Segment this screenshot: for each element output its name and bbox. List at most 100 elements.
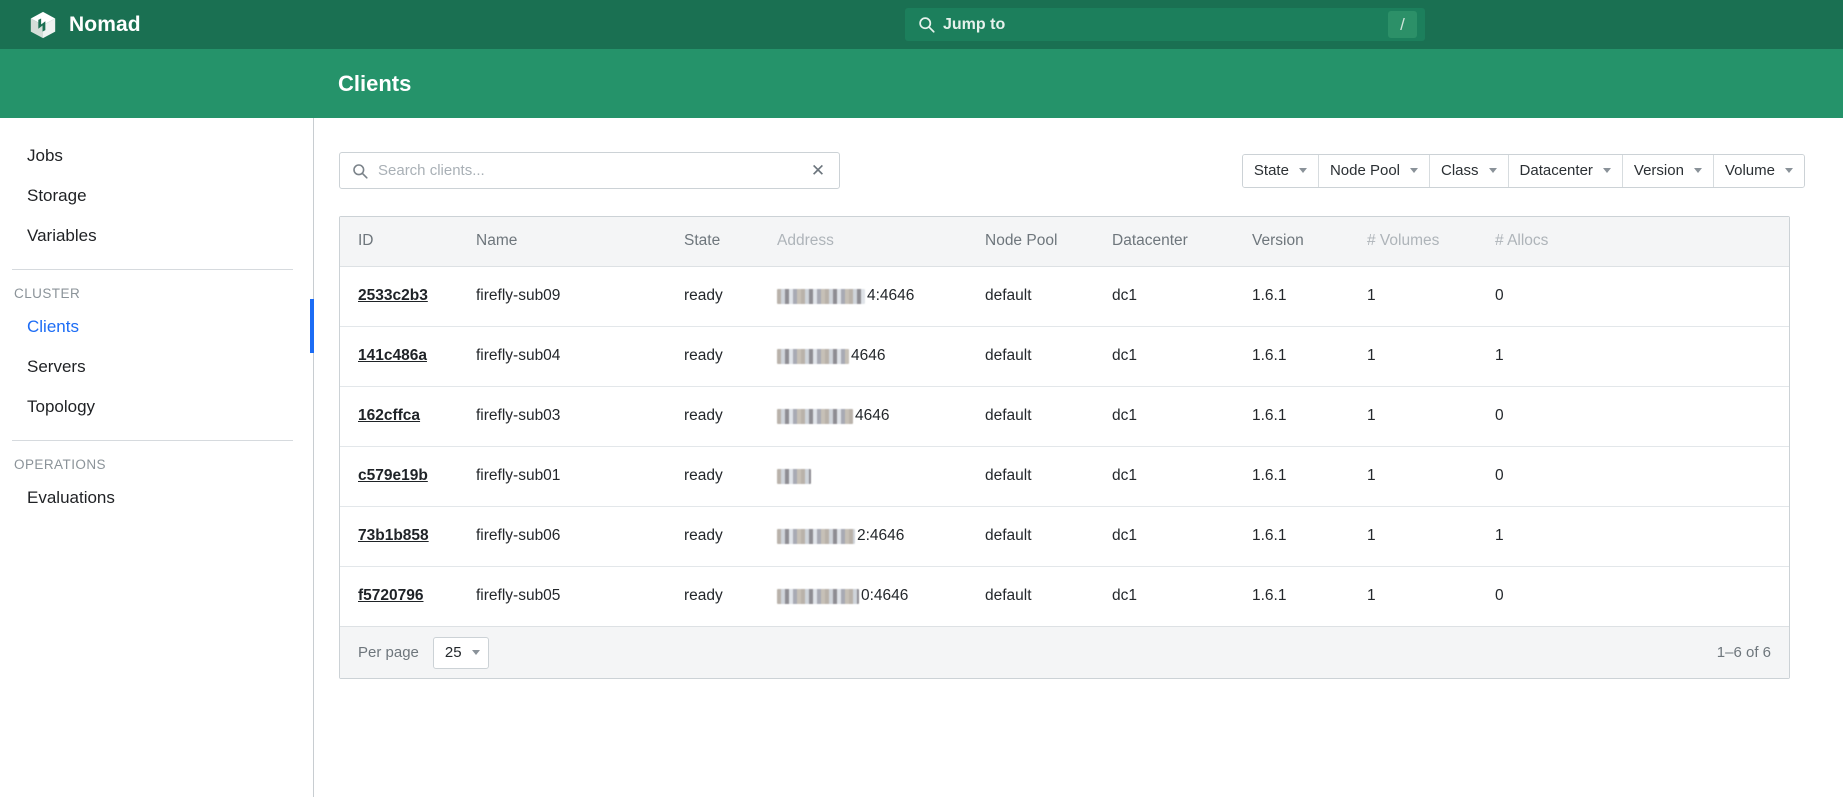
cell-version: 1.6.1 [1252, 467, 1287, 484]
cell-id: 2533c2b3 [340, 266, 458, 326]
column-header-name[interactable]: Name [458, 217, 666, 267]
cell-allocs: 0 [1495, 467, 1504, 484]
nomad-cube-icon [30, 11, 56, 38]
cell-name: firefly-sub04 [476, 347, 561, 364]
table-row[interactable]: 2533c2b3 firefly-sub09 ready 4:4646 default d… [340, 266, 1789, 326]
chevron-down-icon [1488, 168, 1497, 173]
cell-address: 4646 [759, 326, 967, 386]
table-row[interactable]: 162cffca firefly-sub03 ready 4646 default dc1… [340, 386, 1789, 446]
filter-class[interactable]: Class [1430, 154, 1509, 187]
sidebar-item-label: Evaluations [27, 488, 115, 507]
client-id-link[interactable]: 141c486a [358, 347, 427, 364]
cell-version: 1.6.1 [1252, 527, 1287, 544]
cell-version: 1.6.1 [1252, 407, 1287, 424]
cell-address: 4:4646 [759, 266, 967, 326]
cell-volumes: 1 [1367, 467, 1376, 484]
sidebar-item-topology[interactable]: Topology [0, 387, 313, 427]
page-range-label: 1–6 of 6 [1716, 644, 1771, 661]
search-icon [918, 16, 935, 33]
redacted-address [777, 348, 849, 364]
filter-state[interactable]: State [1242, 154, 1319, 187]
table-pagination-footer: Per page 25 1–6 of 6 [340, 626, 1789, 678]
column-header-id[interactable]: ID [340, 217, 458, 267]
cell-datacenter: dc1 [1112, 527, 1137, 544]
filter-label: State [1253, 162, 1289, 179]
cell-datacenter: dc1 [1112, 587, 1137, 605]
cell-node-pool: default [985, 287, 1032, 304]
client-id-link[interactable]: 162cffca [358, 407, 420, 424]
global-navigation-bar: Nomad Jump to / [0, 0, 1843, 49]
address-port: 4646 [855, 407, 890, 424]
column-header-node-pool[interactable]: Node Pool [967, 217, 1094, 267]
per-page-select[interactable]: 25 [432, 636, 489, 669]
cell-id: 162cffca [340, 386, 458, 446]
per-page-value: 25 [444, 644, 462, 661]
search-input[interactable] [378, 162, 809, 179]
client-id-link[interactable]: f5720796 [358, 587, 424, 604]
cell-address [759, 446, 967, 506]
sidebar-item-label: Clients [27, 317, 79, 336]
sidebar-item-variables[interactable]: Variables [0, 216, 313, 256]
cell-datacenter: dc1 [1112, 347, 1137, 364]
filter-node-pool[interactable]: Node Pool [1318, 154, 1431, 187]
table-row[interactable]: 73b1b858 firefly-sub06 ready 2:4646 default d… [340, 506, 1789, 566]
brand-home-link[interactable]: Nomad [28, 0, 141, 49]
filter-version[interactable]: Version [1622, 154, 1714, 187]
redacted-address [777, 588, 859, 604]
table-row[interactable]: 141c486a firefly-sub04 ready 4646 default dc1… [340, 326, 1789, 386]
cell-state: ready [684, 347, 723, 364]
sidebar-item-clients[interactable]: Clients [0, 299, 314, 353]
search-icon [352, 163, 368, 179]
sidebar-item-jobs[interactable]: Jobs [0, 136, 313, 176]
close-icon[interactable]: ✕ [809, 162, 827, 180]
address-port: 0:4646 [861, 587, 909, 605]
cell-allocs: 1 [1495, 347, 1504, 364]
sidebar-item-servers[interactable]: Servers [0, 347, 313, 387]
address-port: 2:4646 [857, 527, 905, 544]
cell-allocs: 0 [1495, 407, 1504, 424]
cell-name: firefly-sub03 [476, 407, 561, 424]
cell-state: ready [684, 287, 723, 304]
slash-shortcut-key: / [1388, 11, 1417, 38]
clients-table: ID Name State Address Node Pool Datacent… [340, 217, 1789, 626]
filter-datacenter[interactable]: Datacenter [1508, 154, 1623, 187]
cell-volumes: 1 [1367, 407, 1376, 424]
per-page-label: Per page [358, 644, 419, 661]
cell-version: 1.6.1 [1252, 587, 1287, 605]
cell-node-pool: default [985, 587, 1032, 605]
jump-to-search-button[interactable]: Jump to / [905, 8, 1425, 41]
filter-label: Class [1441, 162, 1479, 179]
column-header-state[interactable]: State [666, 217, 759, 267]
sidebar-item-label: Topology [27, 397, 96, 416]
filter-label: Version [1633, 162, 1684, 179]
cell-version: 1.6.1 [1252, 287, 1287, 304]
sidebar-divider [12, 440, 293, 441]
clients-table-body: 2533c2b3 firefly-sub09 ready 4:4646 default d… [340, 266, 1789, 626]
table-row[interactable]: c579e19b firefly-sub01 ready default dc1 1.6.… [340, 446, 1789, 506]
cell-id: c579e19b [340, 446, 458, 506]
column-header-address: Address [759, 217, 967, 267]
sidebar-item-evaluations[interactable]: Evaluations [0, 478, 313, 518]
redacted-address [777, 288, 865, 304]
filter-label: Volume [1724, 162, 1775, 179]
address-port: 4:4646 [867, 287, 915, 304]
filter-volume[interactable]: Volume [1713, 154, 1804, 187]
cell-name: firefly-sub09 [476, 287, 561, 304]
sidebar-item-storage[interactable]: Storage [0, 176, 313, 216]
sidebar-item-label: Variables [27, 226, 97, 245]
search-clients-box[interactable]: ✕ [339, 152, 840, 189]
client-id-link[interactable]: 73b1b858 [358, 527, 429, 544]
cell-allocs: 0 [1495, 287, 1504, 304]
column-header-version[interactable]: Version [1234, 217, 1349, 267]
sidebar-divider [12, 269, 293, 270]
jump-to-label: Jump to [943, 15, 1006, 33]
cell-name: firefly-sub05 [476, 587, 561, 605]
cell-version: 1.6.1 [1252, 347, 1287, 364]
client-id-link[interactable]: c579e19b [358, 467, 428, 484]
client-id-link[interactable]: 2533c2b3 [358, 287, 428, 304]
chevron-down-icon [1602, 168, 1611, 173]
column-header-datacenter[interactable]: Datacenter [1094, 217, 1234, 267]
table-row[interactable]: f5720796 firefly-sub05 ready 0:4646 default d… [340, 566, 1789, 626]
cell-volumes: 1 [1367, 527, 1376, 544]
chevron-down-icon [1693, 168, 1702, 173]
